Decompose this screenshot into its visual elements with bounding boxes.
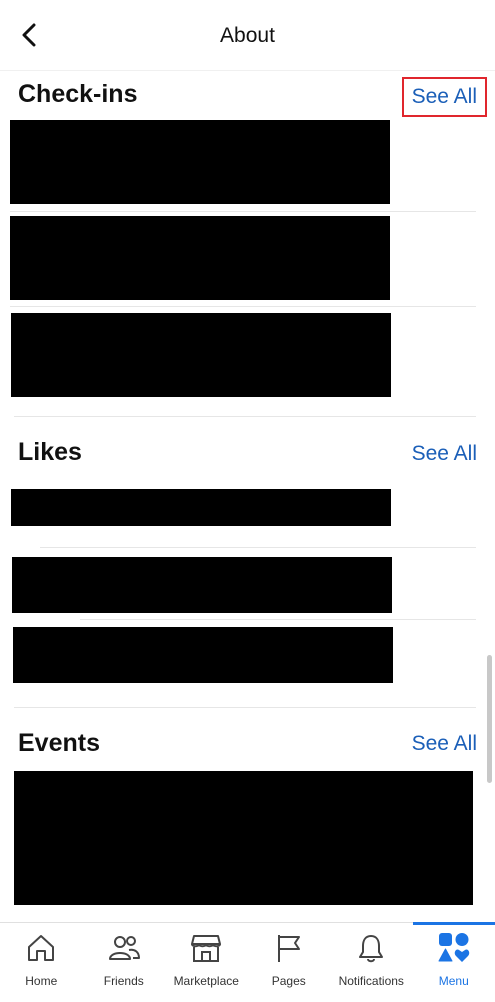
friends-icon <box>107 932 141 964</box>
divider <box>80 619 476 620</box>
page-title: About <box>0 24 495 48</box>
tab-menu-label: Menu <box>439 974 469 988</box>
tab-notifications-label: Notifications <box>339 974 404 988</box>
checkin-item-1[interactable] <box>10 120 390 204</box>
like-item-3[interactable] <box>13 627 393 683</box>
like-item-1[interactable] <box>11 489 391 526</box>
tab-pages-label: Pages <box>272 974 306 988</box>
checkin-item-3[interactable] <box>11 313 391 397</box>
tab-home[interactable]: Home <box>0 923 83 1002</box>
divider <box>10 211 476 212</box>
checkin-item-2[interactable] <box>10 216 390 300</box>
tab-friends-label: Friends <box>104 974 144 988</box>
tab-menu[interactable]: Menu <box>413 923 495 1002</box>
tab-home-label: Home <box>25 974 57 988</box>
scrollbar[interactable] <box>487 655 492 783</box>
tab-marketplace[interactable]: Marketplace <box>165 923 248 1002</box>
bottom-tab-bar: Home Friends Marketplace <box>0 922 495 1002</box>
section-divider <box>14 416 476 417</box>
flag-icon <box>273 932 305 964</box>
divider <box>40 547 476 548</box>
section-title-checkins: Check-ins <box>18 80 137 109</box>
marketplace-icon <box>189 932 223 964</box>
bell-icon <box>355 932 387 964</box>
top-bar: About <box>0 0 495 71</box>
see-all-checkins-button[interactable]: See All <box>402 77 487 117</box>
home-icon <box>25 932 57 964</box>
event-item-1[interactable] <box>14 771 473 905</box>
tab-marketplace-label: Marketplace <box>174 974 239 988</box>
like-item-2[interactable] <box>12 557 392 613</box>
divider <box>10 306 476 307</box>
see-all-events-button[interactable]: See All <box>412 732 477 756</box>
section-divider <box>14 707 476 708</box>
tab-friends[interactable]: Friends <box>83 923 166 1002</box>
see-all-likes-button[interactable]: See All <box>412 442 477 466</box>
section-title-events: Events <box>18 729 100 758</box>
menu-shapes-icon <box>437 931 471 965</box>
tab-notifications[interactable]: Notifications <box>330 923 413 1002</box>
tab-pages[interactable]: Pages <box>248 923 331 1002</box>
section-title-likes: Likes <box>18 438 82 467</box>
